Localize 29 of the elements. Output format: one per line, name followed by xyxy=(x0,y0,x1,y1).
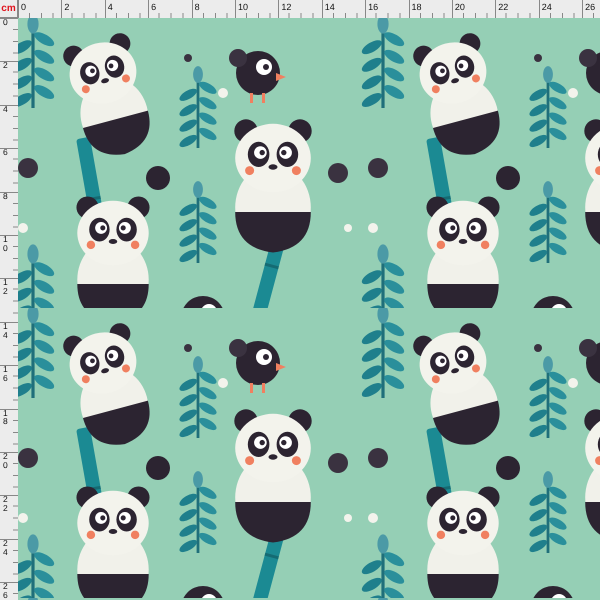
ruler-label: 16 xyxy=(3,365,9,383)
ruler-label: 8 xyxy=(3,192,9,200)
ruler-label: 2 xyxy=(64,1,70,14)
ruler-label: 20 xyxy=(3,452,9,470)
ruler-label: 14 xyxy=(3,322,9,340)
ruler-label: 4 xyxy=(3,104,9,114)
ruler-label: 8 xyxy=(194,1,201,14)
ruler-label: 24 xyxy=(542,1,553,14)
ruler-label: 0 xyxy=(3,18,9,27)
ruler-label: 4 xyxy=(108,1,114,14)
ruler-label: 16 xyxy=(368,1,380,14)
ruler-label: 2 xyxy=(3,61,9,70)
ruler-label: 10 xyxy=(238,1,249,14)
ruler-label: 10 xyxy=(3,234,9,253)
ruler-label: 20 xyxy=(454,1,466,14)
ruler-label: 6 xyxy=(3,148,9,158)
ruler-label: 0 xyxy=(21,1,28,14)
ruler-label: 22 xyxy=(3,495,9,514)
ruler-label: 26 xyxy=(3,582,9,600)
ruler-label: 12 xyxy=(3,278,9,296)
ruler-label: 22 xyxy=(498,1,510,14)
ruler-label: 14 xyxy=(324,1,336,14)
ruler-label: 12 xyxy=(281,1,292,14)
ruler-label: 26 xyxy=(585,1,596,14)
ruler-label: 18 xyxy=(3,408,9,426)
ruler-label: 24 xyxy=(3,538,9,557)
ruler-label: 6 xyxy=(151,1,158,14)
ruler-label: 18 xyxy=(412,1,423,14)
unit-label: cm xyxy=(1,3,16,14)
